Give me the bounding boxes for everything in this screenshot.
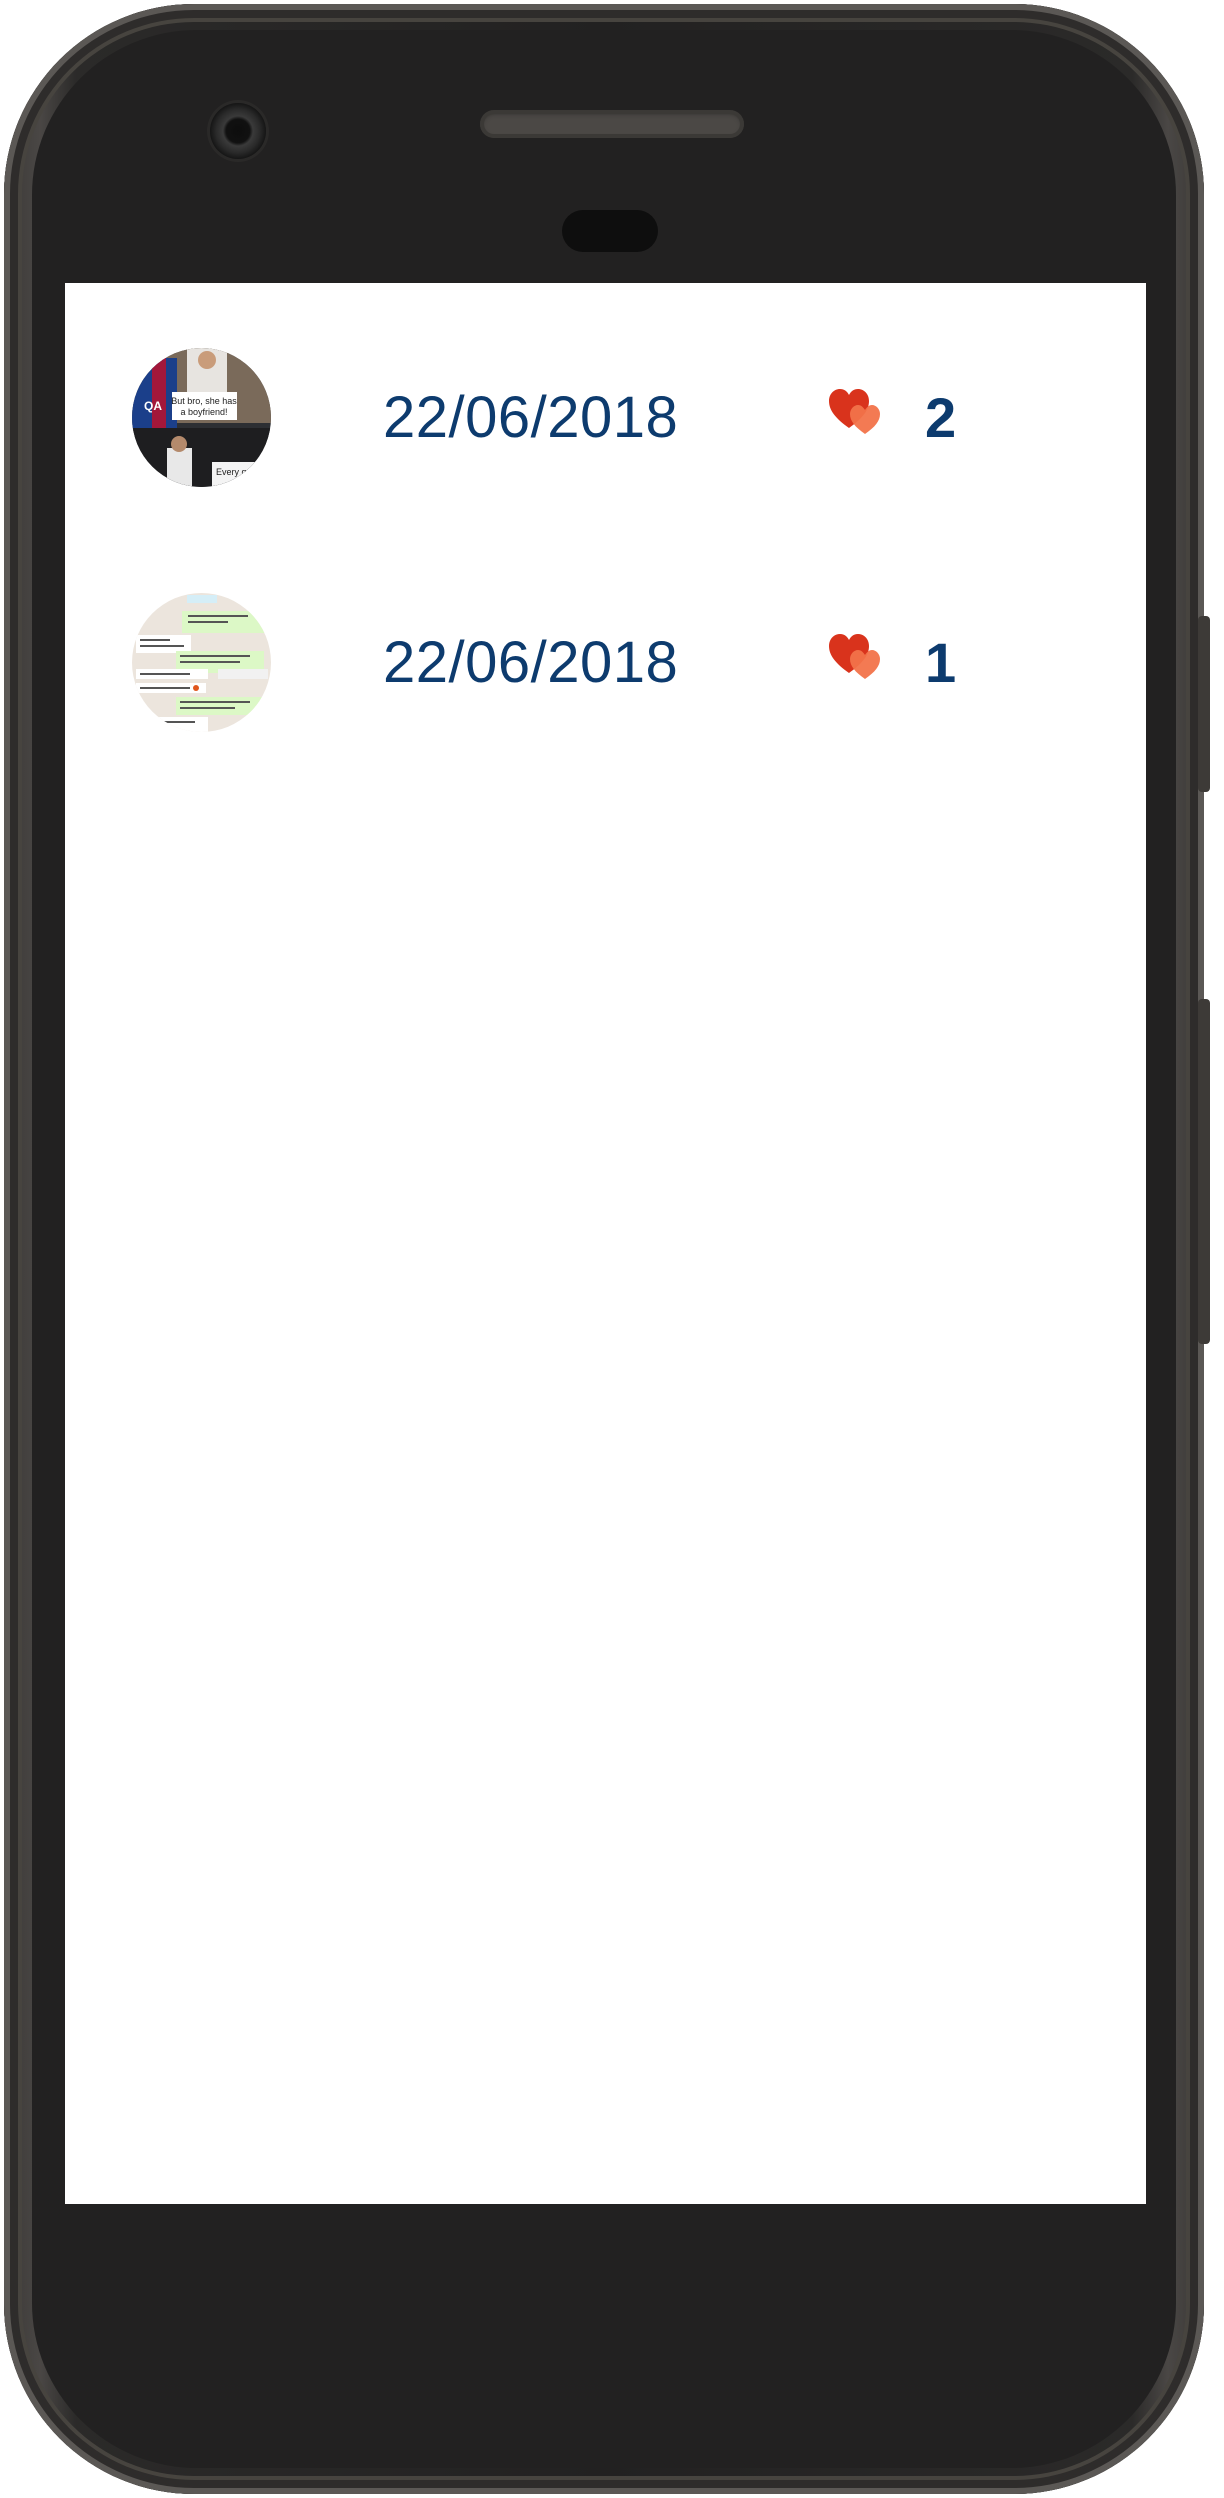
post-thumbnail[interactable] (132, 593, 271, 732)
post-date: 22/06/2018 (383, 630, 679, 695)
front-camera (210, 103, 266, 159)
post-thumbnail-image: But bro, she has a boyfriend! QA Every g… (132, 348, 271, 487)
earpiece-speaker (480, 110, 744, 138)
phone-frame: But bro, she has a boyfriend! QA Every g… (4, 4, 1210, 2494)
post-date: 22/06/2018 (383, 385, 679, 450)
svg-text:QA: QA (144, 399, 162, 413)
power-button (1198, 999, 1210, 1344)
hearts-icon[interactable] (829, 633, 885, 681)
post-row[interactable]: 22/06/2018 1 (65, 593, 1146, 733)
volume-button (1198, 616, 1210, 792)
hearts-icon[interactable] (829, 388, 885, 436)
app-screen: But bro, she has a boyfriend! QA Every g… (65, 283, 1146, 2204)
post-thumbnail[interactable]: But bro, she has a boyfriend! QA Every g… (132, 348, 271, 487)
post-row[interactable]: But bro, she has a boyfriend! QA Every g… (65, 348, 1146, 488)
thumb-caption-3: Every gr (216, 467, 250, 477)
proximity-sensor (562, 210, 658, 252)
like-count: 2 (925, 386, 957, 449)
thumb-caption: But bro, she has (171, 396, 237, 406)
post-thumbnail-image (132, 593, 271, 732)
like-count: 1 (925, 631, 957, 694)
thumb-caption-2: a boyfriend! (180, 407, 227, 417)
